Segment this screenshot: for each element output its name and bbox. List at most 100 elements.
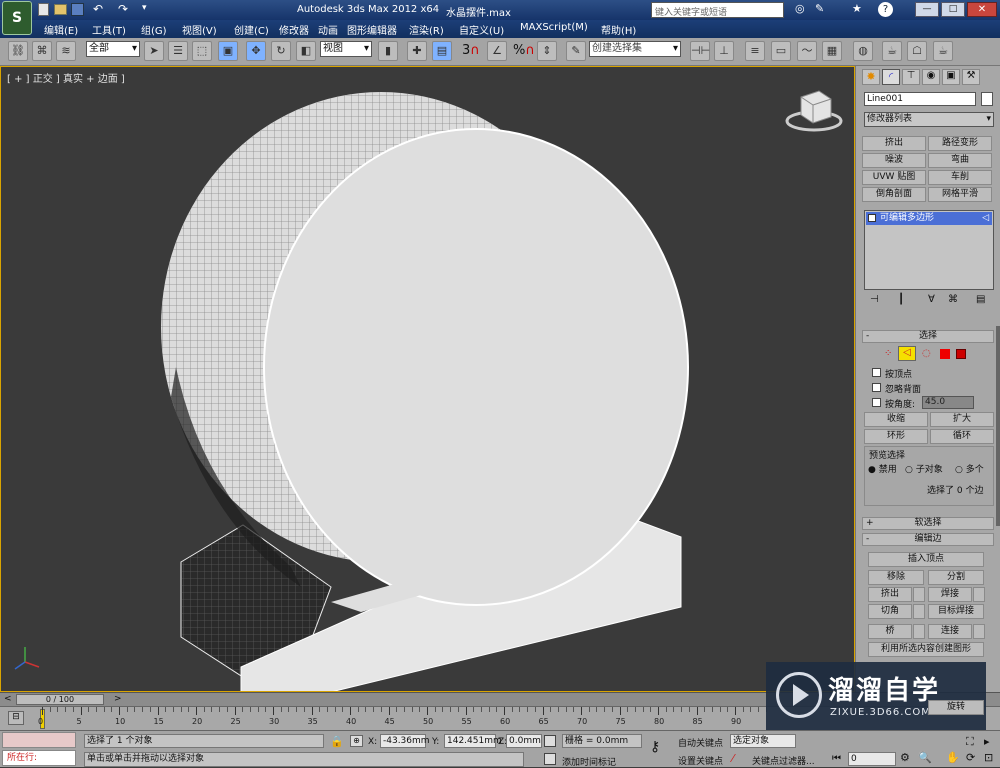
modifier-noise-button[interactable]: 噪波 [862,153,926,168]
bind-space-warp-icon[interactable]: ≋ [56,41,76,61]
percent-snap[interactable]: %∩ [513,43,535,58]
menu-animation[interactable]: 动画 [318,22,338,37]
modify-tab-icon[interactable]: ◜ [882,69,900,85]
modifier-meshsmooth-button[interactable]: 网格平滑 [928,187,992,202]
menu-edit[interactable]: 编辑(E) [44,22,78,37]
bridge-settings-button[interactable] [913,624,925,639]
save-icon[interactable] [71,3,84,16]
menu-rendering[interactable]: 渲染(R) [409,22,444,37]
menu-tools[interactable]: 工具(T) [92,22,126,37]
app-logo-icon[interactable]: S [2,1,32,35]
create-tab-icon[interactable]: ✸ [862,69,880,85]
perspective-viewport[interactable]: [ + ] 正交 ] 真实 + 边面 ] [0,66,855,692]
auto-key-button[interactable]: 自动关键点 [678,736,723,749]
maximize-button[interactable]: □ [941,2,965,17]
soft-selection-rollout-title[interactable]: + 软选择 [862,517,994,530]
x-coordinate-field[interactable]: -43.36mm [380,734,430,748]
z-coordinate-field[interactable]: 0.0mm [506,734,542,748]
unlink-icon[interactable]: ⌘ [32,41,52,61]
field-of-view-icon[interactable]: ▸ [984,735,990,748]
window-crossing-icon[interactable]: ▣ [218,41,238,61]
border-icon[interactable]: ◌ [922,348,931,359]
isolate-icon[interactable] [544,735,556,747]
orbit-icon[interactable]: ⟳ [966,751,975,764]
keyboard-shortcut-toggle-icon[interactable]: ▤ [432,41,452,61]
vertex-icon[interactable]: ⁘ [884,348,892,359]
snap-toggle[interactable]: 3∩ [462,43,480,58]
edit-edges-rollout-title[interactable]: - 编辑边 [862,533,994,546]
set-key-button[interactable]: 设置关键点 [678,754,723,767]
by-angle-checkbox[interactable] [872,398,881,407]
zoom-icon[interactable]: 🔍 [918,751,932,764]
hierarchy-tab-icon[interactable]: ⊤ [902,69,920,85]
menu-maxscript[interactable]: MAXScript(M) [520,22,588,33]
minimize-button[interactable]: — [915,2,939,17]
by-vertex-checkbox[interactable] [872,368,881,377]
modifier-path-deform-button[interactable]: 路径变形 [928,136,992,151]
menu-customize[interactable]: 自定义(U) [459,22,504,37]
remove-modifier-icon[interactable]: ⌘ [948,294,958,305]
display-tab-icon[interactable]: ▣ [942,69,960,85]
object-name-field[interactable]: Line001 [864,92,976,106]
named-selection-dropdown[interactable]: 创建选择集 ▾ [589,41,681,57]
split-button[interactable]: 分割 [928,570,984,585]
crystal-ornament-mesh[interactable] [161,92,689,691]
motion-tab-icon[interactable]: ◉ [922,69,940,85]
tools-icon[interactable]: ✎ [815,2,824,15]
chamfer-settings-button[interactable] [913,604,925,619]
track-bar-toggle-icon[interactable]: ⊟ [8,711,24,725]
menu-view[interactable]: 视图(V) [182,22,217,37]
y-coordinate-field[interactable]: 142.451mm [444,734,502,748]
angle-spinner[interactable]: 45.0 [922,396,974,409]
edit-named-selection-icon[interactable]: ✎ [566,41,586,61]
polygon-icon[interactable] [940,349,950,359]
viewcube[interactable] [785,90,843,132]
pivot-center-icon[interactable]: ▮ [378,41,398,61]
edge-icon[interactable]: ◁ [898,346,916,361]
open-file-icon[interactable] [54,4,67,15]
object-color-swatch[interactable] [981,92,993,106]
radio-disable[interactable]: ● 禁用 [868,462,897,475]
chamfer-button[interactable]: 切角 [868,604,912,619]
make-unique-icon[interactable]: ∀ [928,294,935,305]
create-shape-button[interactable]: 利用所选内容创建图形 [868,642,984,657]
render-production-icon[interactable]: ☕ [933,41,953,61]
reference-coord-dropdown[interactable]: 视图 ▾ [320,41,372,57]
selection-rollout-title[interactable]: - 选择 [862,330,994,343]
angle-snap-icon[interactable]: ∠ [487,41,507,61]
menu-create[interactable]: 创建(C) [234,22,269,37]
maximize-viewport-icon[interactable]: ⊡ [984,751,993,764]
new-file-icon[interactable] [38,3,49,16]
radio-subobject[interactable]: ○ 子对象 [905,462,943,475]
remove-button[interactable]: 移除 [868,570,924,585]
render-setup-icon[interactable]: ☕ [882,41,902,61]
grow-button[interactable]: 扩大 [930,412,994,427]
extrude-settings-button[interactable] [913,587,925,602]
insert-vertex-button[interactable]: 插入顶点 [868,552,984,567]
current-frame-field[interactable]: 0 [848,752,896,766]
move-icon[interactable]: ✥ [246,41,266,61]
ignore-backface-checkbox[interactable] [872,383,881,392]
utilities-tab-icon[interactable]: ⚒ [962,69,980,85]
key-filter-icon[interactable]: ⁄ [732,752,734,765]
time-config-icon[interactable]: ⚙ [900,751,910,764]
binoculars-icon[interactable]: ◎ [795,2,805,15]
material-editor-icon[interactable]: ◍ [853,41,873,61]
loop-button[interactable]: 循环 [930,429,994,444]
qat-dropdown-icon[interactable]: ▾ [142,3,147,13]
maxscript-mini-line[interactable]: 所在行: [2,750,76,766]
absolute-mode-icon[interactable]: ⊕ [350,735,363,747]
select-by-name-icon[interactable]: ☰ [168,41,188,61]
zoom-extents-icon[interactable]: ⛶ [966,735,974,749]
help-icon[interactable]: ? [878,2,893,17]
scale-icon[interactable]: ◧ [296,41,316,61]
weld-settings-button[interactable] [973,587,985,602]
menu-graph-editors[interactable]: 图形编辑器 [347,22,397,37]
weld-button[interactable]: 焊接 [928,587,972,602]
add-time-tag-label[interactable]: 添加时间标记 [562,755,616,768]
graphite-ribbon-icon[interactable]: ▭ [771,41,791,61]
spinner-snap-icon[interactable]: ⇕ [537,41,557,61]
stack-item-editable-poly[interactable]: 可编辑多边形 ◁ [866,212,992,225]
redo-icon[interactable]: ↷ [118,2,128,16]
curve-editor-icon[interactable]: 〜 [797,41,817,61]
